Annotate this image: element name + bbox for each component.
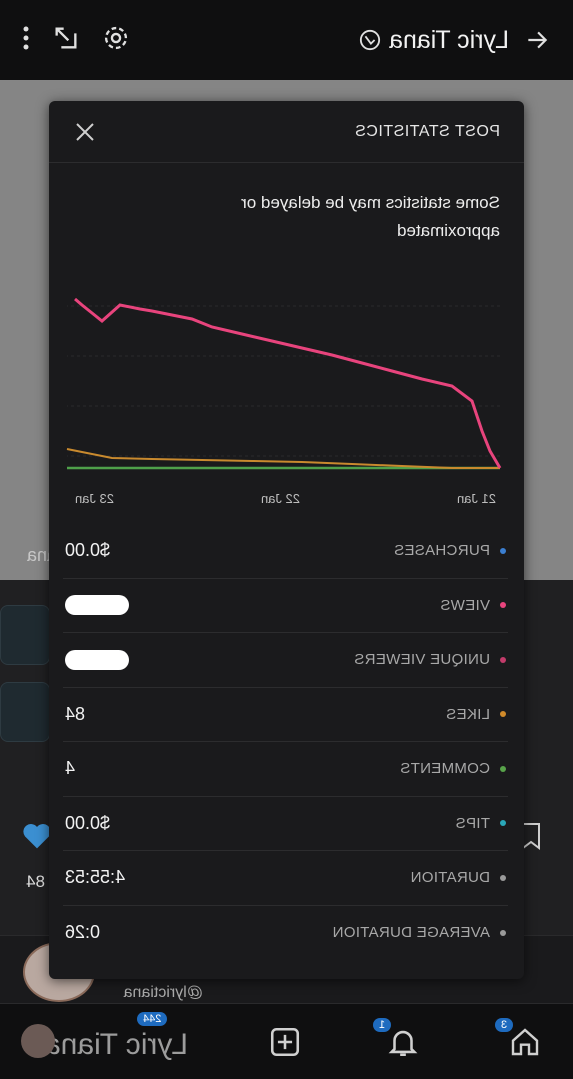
redacted-value xyxy=(65,595,129,616)
stat-row: UNIQUE VIEWERS xyxy=(63,633,508,688)
close-icon[interactable] xyxy=(73,120,97,144)
notifications-badge: 1 xyxy=(373,1018,392,1032)
stat-label: COMMENTS xyxy=(400,760,490,778)
profile-name[interactable]: Lyric Tiana xyxy=(44,1028,188,1062)
top-bar: Lyric Tiana xyxy=(0,0,573,80)
share-icon[interactable] xyxy=(52,24,80,57)
post-statistics-modal: POST STATISTICS Some statistics may be d… xyxy=(49,101,524,979)
stat-row: AVERAGE DURATION 0:26 xyxy=(63,906,508,961)
stat-row: DURATION 4:55:53 xyxy=(63,851,508,906)
legend-dot-icon xyxy=(500,602,506,609)
legend-dot-icon xyxy=(500,656,506,663)
stat-value: 84 xyxy=(65,703,86,724)
stat-value: 0:26 xyxy=(65,922,101,943)
delay-notice: Some statistics may be delayed or approx… xyxy=(241,193,500,240)
x-tick-label: 23 Jan xyxy=(74,491,114,506)
stat-value: $0.00 xyxy=(65,812,111,833)
page-title: Lyric Tiana xyxy=(389,25,509,54)
media-thumb[interactable] xyxy=(0,682,50,742)
stat-row: TIPS $0.00 xyxy=(63,796,508,851)
home-button[interactable]: 3 xyxy=(495,1018,545,1062)
modal-title: POST STATISTICS xyxy=(354,122,500,140)
notifications-button[interactable]: 1 xyxy=(373,1018,423,1062)
stat-label: DURATION xyxy=(410,869,490,887)
x-tick-label: 21 Jan xyxy=(456,491,496,506)
modal-header: POST STATISTICS xyxy=(49,101,524,163)
more-vertical-icon[interactable] xyxy=(22,25,30,56)
stat-row: PURCHASES $0.00 xyxy=(63,524,508,579)
stat-label: TIPS xyxy=(455,814,490,832)
stat-value: 4:55:53 xyxy=(65,867,126,888)
likes-line xyxy=(66,448,500,469)
views-line xyxy=(74,297,502,469)
mirrored-screen: iana 84 @lyrictiana Lyric Tiana 3 1 244 … xyxy=(0,0,573,1079)
avatar[interactable] xyxy=(21,1024,55,1058)
bottom-nav: 3 1 244 Lyric Tiana xyxy=(0,1003,573,1079)
x-tick-label: 22 Jan xyxy=(260,491,300,506)
redacted-value xyxy=(65,649,129,670)
legend-dot-icon xyxy=(500,874,506,881)
legend-dot-icon xyxy=(500,765,506,772)
stat-label: VIEWS xyxy=(440,596,490,614)
stat-label: PURCHASES xyxy=(393,542,490,560)
creator-handle[interactable]: @lyrictiana xyxy=(124,984,203,1002)
gear-icon[interactable] xyxy=(102,24,130,57)
legend-dot-icon xyxy=(500,547,506,554)
add-post-button[interactable] xyxy=(265,1022,305,1062)
like-count: 84 xyxy=(26,872,45,891)
statistics-chart: 21 Jan 22 Jan 23 Jan xyxy=(52,251,512,511)
stat-value: $0.00 xyxy=(65,540,111,561)
verified-icon xyxy=(359,29,381,51)
stat-row: VIEWS xyxy=(63,578,508,633)
home-badge: 3 xyxy=(495,1018,514,1032)
legend-dot-icon xyxy=(500,711,506,718)
legend-dot-icon xyxy=(500,820,506,827)
stat-value: 4 xyxy=(65,758,76,779)
stat-label: LIKES xyxy=(445,705,490,723)
media-thumb[interactable] xyxy=(0,605,50,665)
stat-label: UNIQUE VIEWERS xyxy=(354,651,490,669)
messages-badge: 244 xyxy=(137,1012,168,1026)
stat-label: AVERAGE DURATION xyxy=(332,924,490,942)
statistics-list: PURCHASES $0.00 VIEWS UNIQUE VIEWERS LIKES 84… xyxy=(63,524,508,960)
stat-row: LIKES 84 xyxy=(63,687,508,742)
back-arrow-icon[interactable] xyxy=(523,26,551,54)
stat-row: COMMENTS 4 xyxy=(63,742,508,797)
legend-dot-icon xyxy=(500,929,506,936)
